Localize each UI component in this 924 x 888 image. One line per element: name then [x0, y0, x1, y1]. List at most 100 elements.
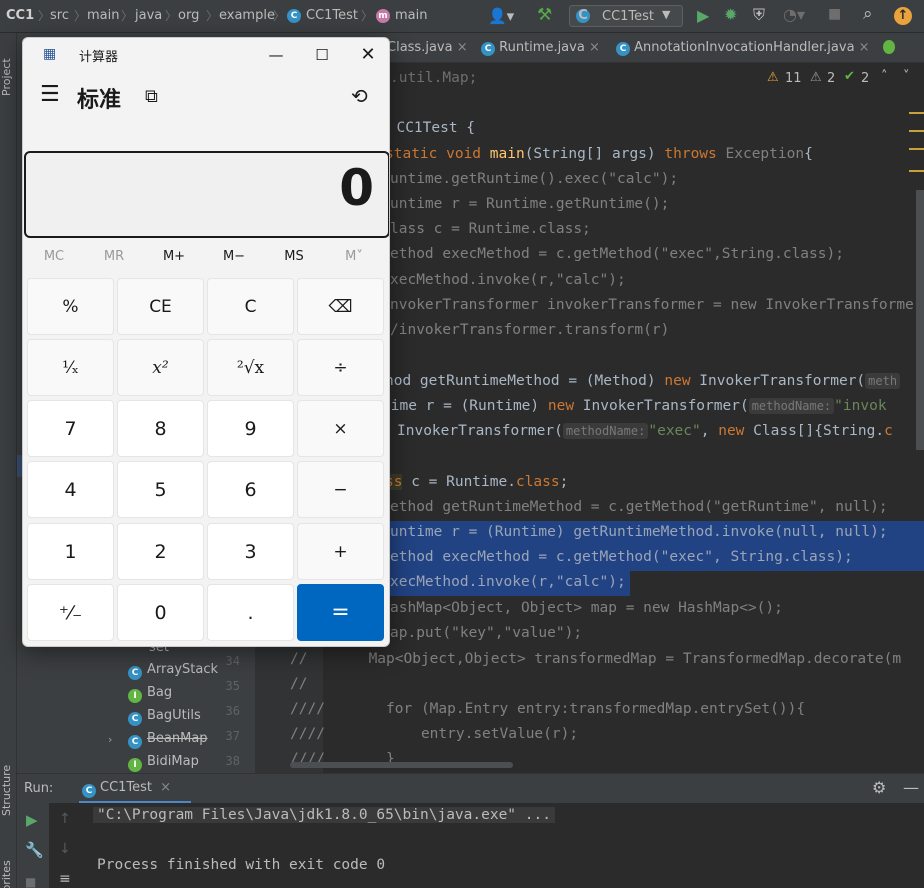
memory-recall-button[interactable]: MR — [84, 249, 144, 264]
update-icon[interactable]: ↑ — [894, 7, 912, 25]
tree-item-beanmap[interactable]: C BeanMap — [128, 731, 208, 751]
add-key[interactable]: + — [297, 523, 384, 580]
memory-clear-button[interactable]: MC — [24, 249, 84, 264]
tree-item-bagutils[interactable]: C BagUtils — [128, 708, 201, 728]
digit-6-key[interactable]: 6 — [207, 461, 294, 518]
horizontal-scrollbar[interactable] — [290, 762, 513, 768]
run-configuration-selector[interactable]: C CC1Test ▼ — [569, 5, 683, 27]
clear-entry-key[interactable]: CE — [117, 278, 204, 335]
close-icon[interactable]: × — [859, 40, 870, 55]
debug-icon[interactable]: ✹ — [724, 5, 737, 24]
stop-icon[interactable]: ■ — [25, 875, 36, 888]
digit-4-key[interactable]: 4 — [27, 461, 114, 518]
digit-5-key[interactable]: 5 — [117, 461, 204, 518]
code-area-lower[interactable]: // Map<Object,Object> transformedMap = T… — [290, 647, 924, 772]
class-icon: C — [128, 666, 142, 680]
rerun-icon[interactable]: ▶ — [26, 811, 38, 829]
tab-class-java[interactable]: Class.java × — [387, 40, 468, 55]
breadcrumb-org[interactable]: org — [178, 8, 199, 23]
subtract-key[interactable]: − — [297, 461, 384, 518]
arrow-up-icon[interactable]: ↑ — [59, 811, 71, 827]
close-icon[interactable]: × — [160, 780, 171, 795]
tree-item-label: BidiMap — [147, 754, 199, 769]
chevron-right-icon[interactable]: › — [108, 733, 112, 746]
tree-item-bidimap[interactable]: I BidiMap — [128, 754, 199, 774]
code-line: //// } — [290, 751, 395, 767]
reciprocal-key[interactable]: ¹⁄ₓ — [27, 339, 114, 396]
percent-key[interactable]: % — [27, 278, 114, 335]
code-line: nvokerTransformer invokerTransformer = n… — [390, 297, 914, 313]
soft-wrap-icon[interactable]: ≡ — [59, 871, 71, 887]
tree-item-bag[interactable]: I Bag — [128, 685, 172, 705]
gear-icon[interactable]: ⚙ — [872, 778, 886, 797]
profile-icon[interactable]: ◔▾ — [783, 5, 805, 24]
digit-3-key[interactable]: 3 — [207, 523, 294, 580]
breadcrumb-example[interactable]: example — [219, 8, 275, 23]
minimize-button[interactable]: — — [253, 40, 299, 70]
tree-item-arraystack[interactable]: C ArrayStack — [128, 662, 218, 682]
memory-list-button[interactable]: M˅ — [324, 249, 384, 264]
favorites-tool-tab[interactable]: Favorites — [0, 855, 17, 888]
class-icon: C — [481, 42, 495, 56]
structure-tool-tab[interactable]: Structure — [0, 755, 17, 825]
square-key[interactable]: x² — [117, 339, 204, 396]
param-hint: methodName: — [748, 398, 835, 414]
left-tool-strip: Project Structure Favorites — [0, 33, 17, 888]
search-icon[interactable]: ⌕ — [863, 4, 873, 24]
digit-8-key[interactable]: 8 — [117, 400, 204, 457]
param-hint: meth — [865, 373, 901, 389]
square-root-key[interactable]: ²√x — [207, 339, 294, 396]
clear-key[interactable]: C — [207, 278, 294, 335]
history-icon[interactable]: ⟲ — [351, 84, 368, 108]
user-icon[interactable]: 👤▾ — [488, 7, 514, 25]
breadcrumb-separator: 〉 — [74, 9, 87, 23]
memory-subtract-button[interactable]: M− — [204, 249, 264, 264]
build-hammer-icon[interactable]: ⚒ — [537, 5, 552, 25]
tab-runtime-java[interactable]: C Runtime.java × — [481, 40, 600, 56]
digit-0-key[interactable]: 0 — [117, 584, 204, 641]
equals-key[interactable]: = — [297, 584, 384, 641]
close-icon[interactable]: × — [589, 40, 600, 55]
class-icon: C — [287, 9, 301, 23]
close-icon[interactable]: × — [457, 40, 468, 55]
tab-overflow-icon[interactable] — [883, 40, 895, 54]
digit-2-key[interactable]: 2 — [117, 523, 204, 580]
vertical-scrollbar[interactable] — [916, 190, 924, 450]
breadcrumb-project[interactable]: CC1 — [6, 8, 34, 23]
breadcrumb-src[interactable]: src — [50, 8, 69, 23]
negate-key[interactable]: ⁺⁄₋ — [27, 584, 114, 641]
keep-on-top-icon[interactable]: ⧉ — [145, 86, 158, 107]
calculator-window[interactable]: ▦ 计算器 — ☐ ✕ ☰ 标准 ⧉ ⟲ 0 MC MR M+ M− MS M˅… — [22, 37, 390, 647]
arrow-down-icon[interactable]: ↓ — [59, 841, 71, 857]
backspace-key[interactable]: ⌫ — [297, 278, 384, 335]
breadcrumb-method[interactable]: main — [395, 8, 427, 23]
minimize-panel-icon[interactable]: — — [903, 778, 919, 797]
stop-icon[interactable]: ■ — [828, 6, 841, 22]
run-icon[interactable]: ▶ — [697, 6, 709, 25]
wrench-icon[interactable]: 🔧 — [25, 841, 44, 859]
digit-7-key[interactable]: 7 — [27, 400, 114, 457]
close-button[interactable]: ✕ — [345, 40, 389, 70]
project-tool-tab[interactable]: Project — [0, 47, 17, 107]
memory-add-button[interactable]: M+ — [144, 249, 204, 264]
multiply-key[interactable]: × — [297, 400, 384, 457]
line-number: 37 — [225, 729, 240, 743]
breadcrumb-main[interactable]: main — [87, 8, 119, 23]
menu-hamburger-icon[interactable]: ☰ — [40, 82, 60, 107]
line-number: 36 — [225, 704, 240, 718]
memory-store-button[interactable]: MS — [264, 249, 324, 264]
breadcrumb-java[interactable]: java — [135, 8, 162, 23]
divide-key[interactable]: ÷ — [297, 339, 384, 396]
tab-annotation-handler[interactable]: C AnnotationInvocationHandler.java × — [616, 40, 870, 56]
code-line: //// entry.setValue(r); — [290, 726, 579, 742]
breadcrumb-class[interactable]: CC1Test — [306, 8, 358, 23]
decimal-key[interactable]: . — [207, 584, 294, 641]
tree-item-label: ArrayStack — [147, 662, 219, 677]
digit-1-key[interactable]: 1 — [27, 523, 114, 580]
coverage-icon[interactable]: ⛨ — [753, 5, 765, 25]
run-tab[interactable]: C CC1Test × — [79, 780, 191, 804]
digit-9-key[interactable]: 9 — [207, 400, 294, 457]
calculator-mode: 标准 — [77, 88, 122, 113]
maximize-button[interactable]: ☐ — [299, 40, 345, 70]
line-number: 34 — [225, 654, 240, 668]
